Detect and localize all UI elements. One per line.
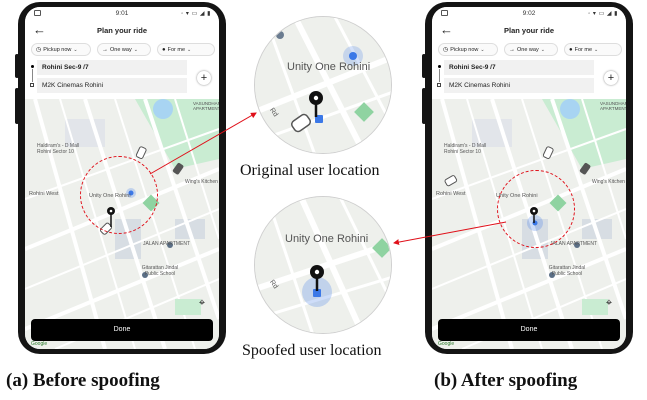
- zoom-place-label: Unity One Rohini: [287, 61, 371, 73]
- zoom-place-label: Unity One Rohini: [285, 233, 369, 245]
- caption-spoofed: Spoofed user location: [242, 342, 382, 359]
- zoom-original: Unity One Rohini Rd JALAI: [254, 16, 392, 154]
- caption-original: Original user location: [240, 162, 380, 179]
- zoom-spoofed: Unity One Rohini Rd JALAI: [254, 196, 392, 334]
- subcaption-b: (b) After spoofing: [434, 370, 578, 391]
- arrow-to-spoofed: [393, 221, 507, 246]
- zoom-corner-label: JALAI: [359, 323, 384, 333]
- zoom-corner-label: JALAI: [359, 145, 384, 154]
- subcaption-a: (a) Before spoofing: [6, 370, 160, 391]
